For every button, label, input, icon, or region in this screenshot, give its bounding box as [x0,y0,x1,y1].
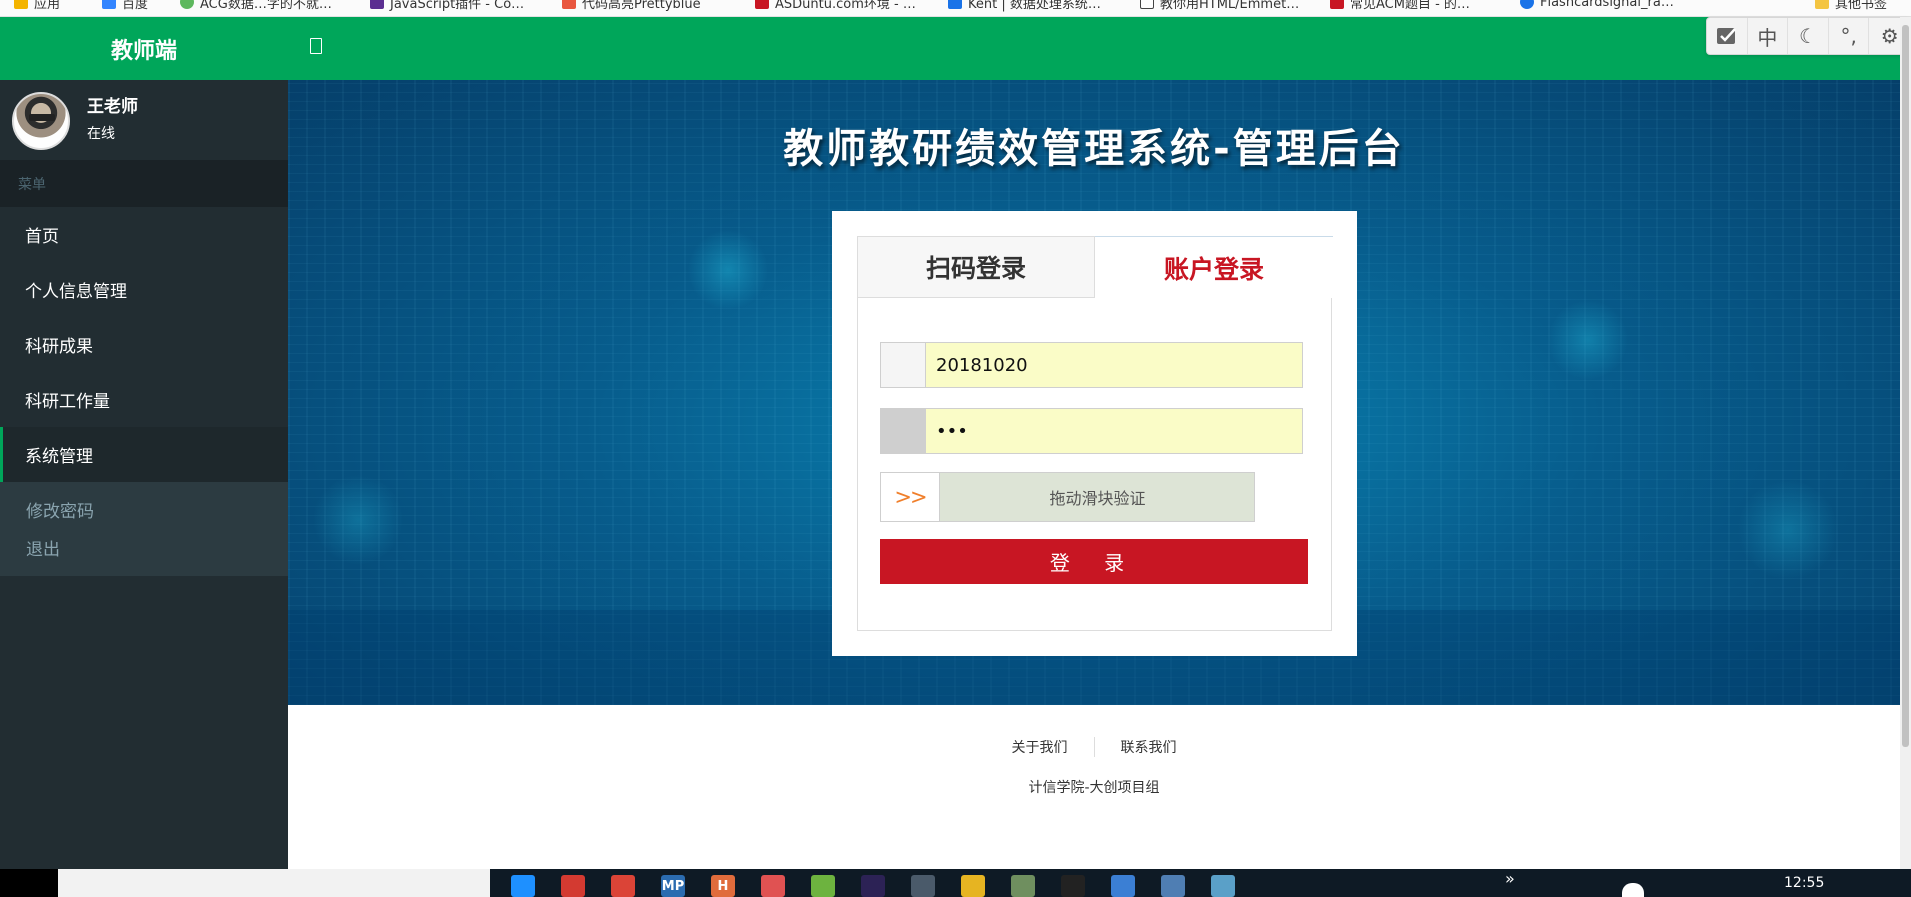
taskbar-overflow-chevron[interactable]: » [1505,869,1515,888]
page-scrollbar[interactable] [1900,17,1911,869]
footer: 关于我们 联系我们 计信学院-大创项目组 [288,705,1900,869]
tab-account-login[interactable]: 账户登录 [1095,236,1333,298]
login-card: 扫码登录 账户登录 >> 拖动滑块验证 登 录 [832,211,1357,656]
hbuilder-icon[interactable]: H [711,875,735,897]
mysql-icon[interactable] [1161,875,1185,897]
hero-banner: 教师教研绩效管理系统-管理后台 扫码登录 账户登录 >> 拖动滑块验证 登 录 [288,80,1900,705]
footer-link-contact[interactable]: 联系我们 [1095,737,1203,757]
check-icon-svg [1716,28,1736,44]
photo-icon[interactable] [1011,875,1035,897]
window-icon[interactable] [1111,875,1135,897]
eraser-icon[interactable] [761,875,785,897]
sidebar-item-research-workload[interactable]: 科研工作量 [0,372,288,427]
taskbar-search[interactable] [58,869,490,897]
bookmark-icon [755,0,769,9]
bookmark-item[interactable]: Flashcardsignal_ra… [1520,0,1674,10]
user-panel: 王老师 在线 [0,80,288,160]
start-button[interactable] [0,869,58,897]
bookmark-icon [180,0,194,9]
bookmark-icon [562,0,576,9]
login-panel: 扫码登录 账户登录 >> 拖动滑块验证 登 录 [857,236,1333,631]
sidebar-subitem-logout[interactable]: 退出 [0,528,288,566]
sidebar: 教师端 王老师 在线 菜单 首页 个人信息管理 科研成果 科研工作量 系统管理 … [0,17,288,869]
top-header [288,17,1911,80]
mp-icon[interactable]: MP [661,875,685,897]
footer-link-about[interactable]: 关于我们 [986,737,1095,757]
spring-icon[interactable] [811,875,835,897]
page-title: 教师教研绩效管理系统-管理后台 [783,126,1405,172]
bookmark-item[interactable]: 常见ACM题目 - 的… [1330,0,1470,12]
ime-toolbar: 中 ☾ °, ⚙ [1706,17,1911,55]
user-status: 在线 [87,126,115,142]
bookmark-apps[interactable]: 应用 [14,0,60,12]
bookmark-item[interactable]: Kent | 数据处理系统… [948,0,1101,12]
files-icon[interactable] [961,875,985,897]
bookmark-icon [1140,0,1154,9]
sidebar-toggle-icon[interactable] [310,38,322,54]
bookmark-icon [370,0,384,9]
bookmark-baidu[interactable]: 百度 [102,0,148,12]
baidu-icon [102,0,116,9]
bookmark-other[interactable]: 其他书签 [1815,0,1887,12]
settings-icon[interactable] [911,875,935,897]
slider-handle[interactable]: >> [880,472,940,522]
bookmark-item[interactable]: ASDuntu.com环境 - … [755,0,916,12]
avatar [12,92,70,150]
check-icon[interactable] [1707,18,1748,54]
username-field [880,342,1303,388]
bookmark-item[interactable]: 教你用HTML/Emmet… [1140,0,1299,12]
slider-captcha: >> 拖动滑块验证 [880,472,1255,522]
terminal-icon[interactable] [1061,875,1085,897]
sidebar-item-home[interactable]: 首页 [0,207,288,262]
bookmark-item[interactable]: ACG数据…字的不就… [180,0,332,12]
slider-hint: 拖动滑块验证 [1049,489,1146,508]
password-input[interactable] [926,409,1302,453]
sidebar-item-research-results[interactable]: 科研成果 [0,317,288,372]
bookmark-item[interactable]: 代码高亮Prettyblue [562,0,701,12]
sidebar-subitem-change-password[interactable]: 修改密码 [0,490,288,528]
sidebar-item-profile[interactable]: 个人信息管理 [0,262,288,317]
chrome-icon[interactable] [611,875,635,897]
menu-header: 菜单 [0,160,288,207]
task-view-icon[interactable] [511,875,535,897]
pen-icon[interactable] [1211,875,1235,897]
moon-icon[interactable]: ☾ [1788,18,1829,54]
tab-qr-login[interactable]: 扫码登录 [857,236,1095,298]
login-button[interactable]: 登 录 [880,539,1308,584]
cloud-icon[interactable] [1622,883,1644,897]
eclipse-icon[interactable] [861,875,885,897]
submenu-system: 修改密码 退出 [0,482,288,576]
footer-links: 关于我们 联系我们 [288,737,1900,757]
sidebar-item-system-management[interactable]: 系统管理 [0,427,288,482]
taskbar: MP H » 12:55 [0,869,1911,897]
bookmarks-bar: 应用 百度 ACG数据…字的不就… JavaScript插件 - Co… 代码高… [0,0,1911,17]
punctuation-icon[interactable]: °, [1829,18,1870,54]
bookmark-icon [1520,0,1534,9]
password-field [880,408,1303,454]
ime-language-toggle[interactable]: 中 [1748,18,1789,54]
bookmark-item[interactable]: JavaScript插件 - Co… [370,0,524,12]
bookmark-icon [948,0,962,9]
scrollbar-thumb[interactable] [1902,25,1909,747]
bookmark-icon [1330,0,1344,9]
netease-music-icon[interactable] [561,875,585,897]
user-name: 王老师 [87,97,138,117]
lock-icon [881,409,926,453]
taskbar-clock[interactable]: 12:55 [1784,875,1824,891]
footer-org: 计信学院-大创项目组 [1028,780,1160,796]
username-input[interactable] [926,343,1302,387]
user-icon [881,343,926,387]
brand-logo[interactable]: 教师端 [0,17,288,80]
apps-icon [14,0,28,9]
folder-icon [1815,0,1829,9]
